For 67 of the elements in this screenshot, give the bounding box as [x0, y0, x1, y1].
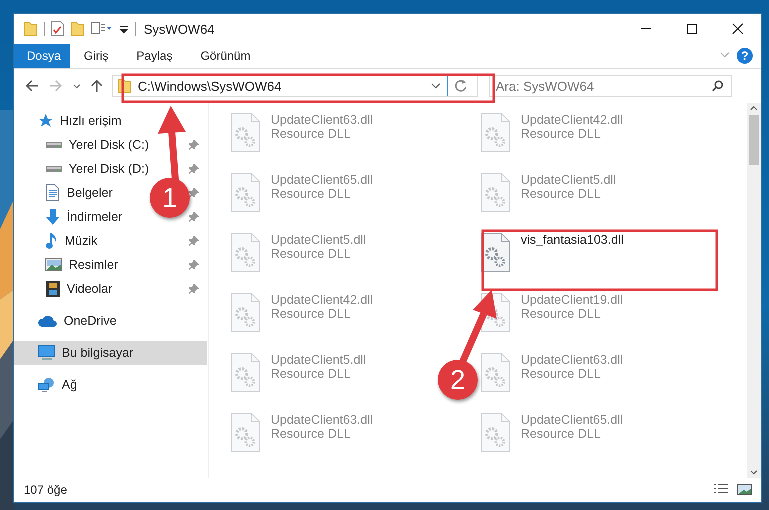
ribbon-tab[interactable]: Görünüm	[186, 44, 265, 68]
monitor-icon	[38, 345, 56, 361]
address-bar[interactable]: C:\Windows\SysWOW64	[112, 75, 478, 97]
help-button[interactable]: ?	[737, 48, 753, 64]
dll-file-icon	[231, 413, 261, 453]
nav-item[interactable]: Müzik	[14, 229, 102, 253]
down-arrow-icon	[45, 208, 61, 226]
thumbnail-view-icon[interactable]	[737, 483, 753, 497]
file-item[interactable]: UpdateClient5.dll Resource DLL	[231, 231, 366, 273]
dll-file-icon	[481, 413, 511, 453]
file-item[interactable]: UpdateClient63.dll Resource DLL	[231, 111, 374, 153]
ribbon-tab[interactable]: Giriş	[70, 44, 123, 68]
window-title: SysWOW64	[144, 22, 216, 36]
dll-file-icon	[481, 173, 511, 213]
item-count: 107 öğe	[24, 483, 68, 497]
nav-item[interactable]: Yerel Disk (D:)	[14, 157, 154, 181]
file-item[interactable]: vis_fantasia103.dll	[481, 231, 624, 273]
file-item[interactable]: UpdateClient42.dll Resource DLL	[481, 111, 624, 153]
up-arrow-icon[interactable]	[91, 79, 103, 93]
dll-file-icon	[231, 233, 261, 273]
file-item[interactable]: UpdateClient63.dll Resource DLL	[481, 351, 624, 393]
ribbon-tab[interactable]: Dosya	[14, 44, 70, 68]
cloud-icon	[38, 314, 58, 328]
scroll-thumb[interactable]	[749, 115, 759, 165]
music-note-icon	[45, 232, 59, 250]
search-icon	[712, 80, 724, 92]
scrollbar[interactable]	[747, 103, 761, 478]
picture-icon	[45, 257, 63, 273]
nav-item[interactable]: Yerel Disk (C:)	[14, 133, 154, 157]
star-icon	[38, 113, 54, 129]
dll-file-icon	[231, 113, 261, 153]
nav-item[interactable]: Bu bilgisayar	[14, 341, 207, 365]
back-arrow-icon[interactable]	[25, 79, 39, 93]
checklist-icon[interactable]	[51, 21, 65, 37]
ribbon-tab[interactable]: Paylaş	[122, 44, 187, 68]
dll-file-icon	[231, 293, 261, 333]
nav-item[interactable]: Belgeler	[14, 181, 117, 205]
dll-file-icon	[481, 233, 511, 273]
properties-icon[interactable]	[91, 21, 113, 37]
dll-file-icon	[481, 113, 511, 153]
network-icon	[38, 377, 56, 393]
chevron-down-icon[interactable]	[431, 81, 441, 91]
step-badge: 2	[438, 360, 478, 400]
drive-icon	[45, 165, 63, 173]
nav-item[interactable]: Hızlı erişim	[14, 109, 126, 133]
nav-item[interactable]: Videolar	[14, 277, 117, 301]
file-item[interactable]: UpdateClient65.dll Resource DLL	[481, 411, 624, 453]
step-badge: 1	[150, 178, 190, 218]
refresh-icon[interactable]	[454, 79, 468, 93]
document-icon	[45, 184, 61, 202]
nav-item[interactable]: Ağ	[14, 373, 82, 397]
file-item[interactable]: UpdateClient5.dll Resource DLL	[481, 171, 616, 213]
nav-item[interactable]: İndirmeler	[14, 205, 127, 229]
dll-file-icon	[231, 353, 261, 393]
close-icon	[732, 23, 744, 35]
maximize-icon	[686, 23, 698, 35]
film-icon	[45, 280, 61, 298]
dll-file-icon	[231, 173, 261, 213]
dll-file-icon	[481, 353, 511, 393]
file-item[interactable]: UpdateClient63.dll Resource DLL	[231, 411, 374, 453]
search-field[interactable]: Ara: SysWOW64	[489, 75, 732, 97]
drive-icon	[45, 141, 63, 149]
file-item[interactable]: UpdateClient5.dll Resource DLL	[231, 351, 366, 393]
nav-item[interactable]: OneDrive	[14, 309, 121, 333]
file-item[interactable]: UpdateClient42.dll Resource DLL	[231, 291, 374, 333]
file-item[interactable]: UpdateClient65.dll Resource DLL	[231, 171, 374, 213]
nav-item[interactable]: Resimler	[14, 253, 122, 277]
